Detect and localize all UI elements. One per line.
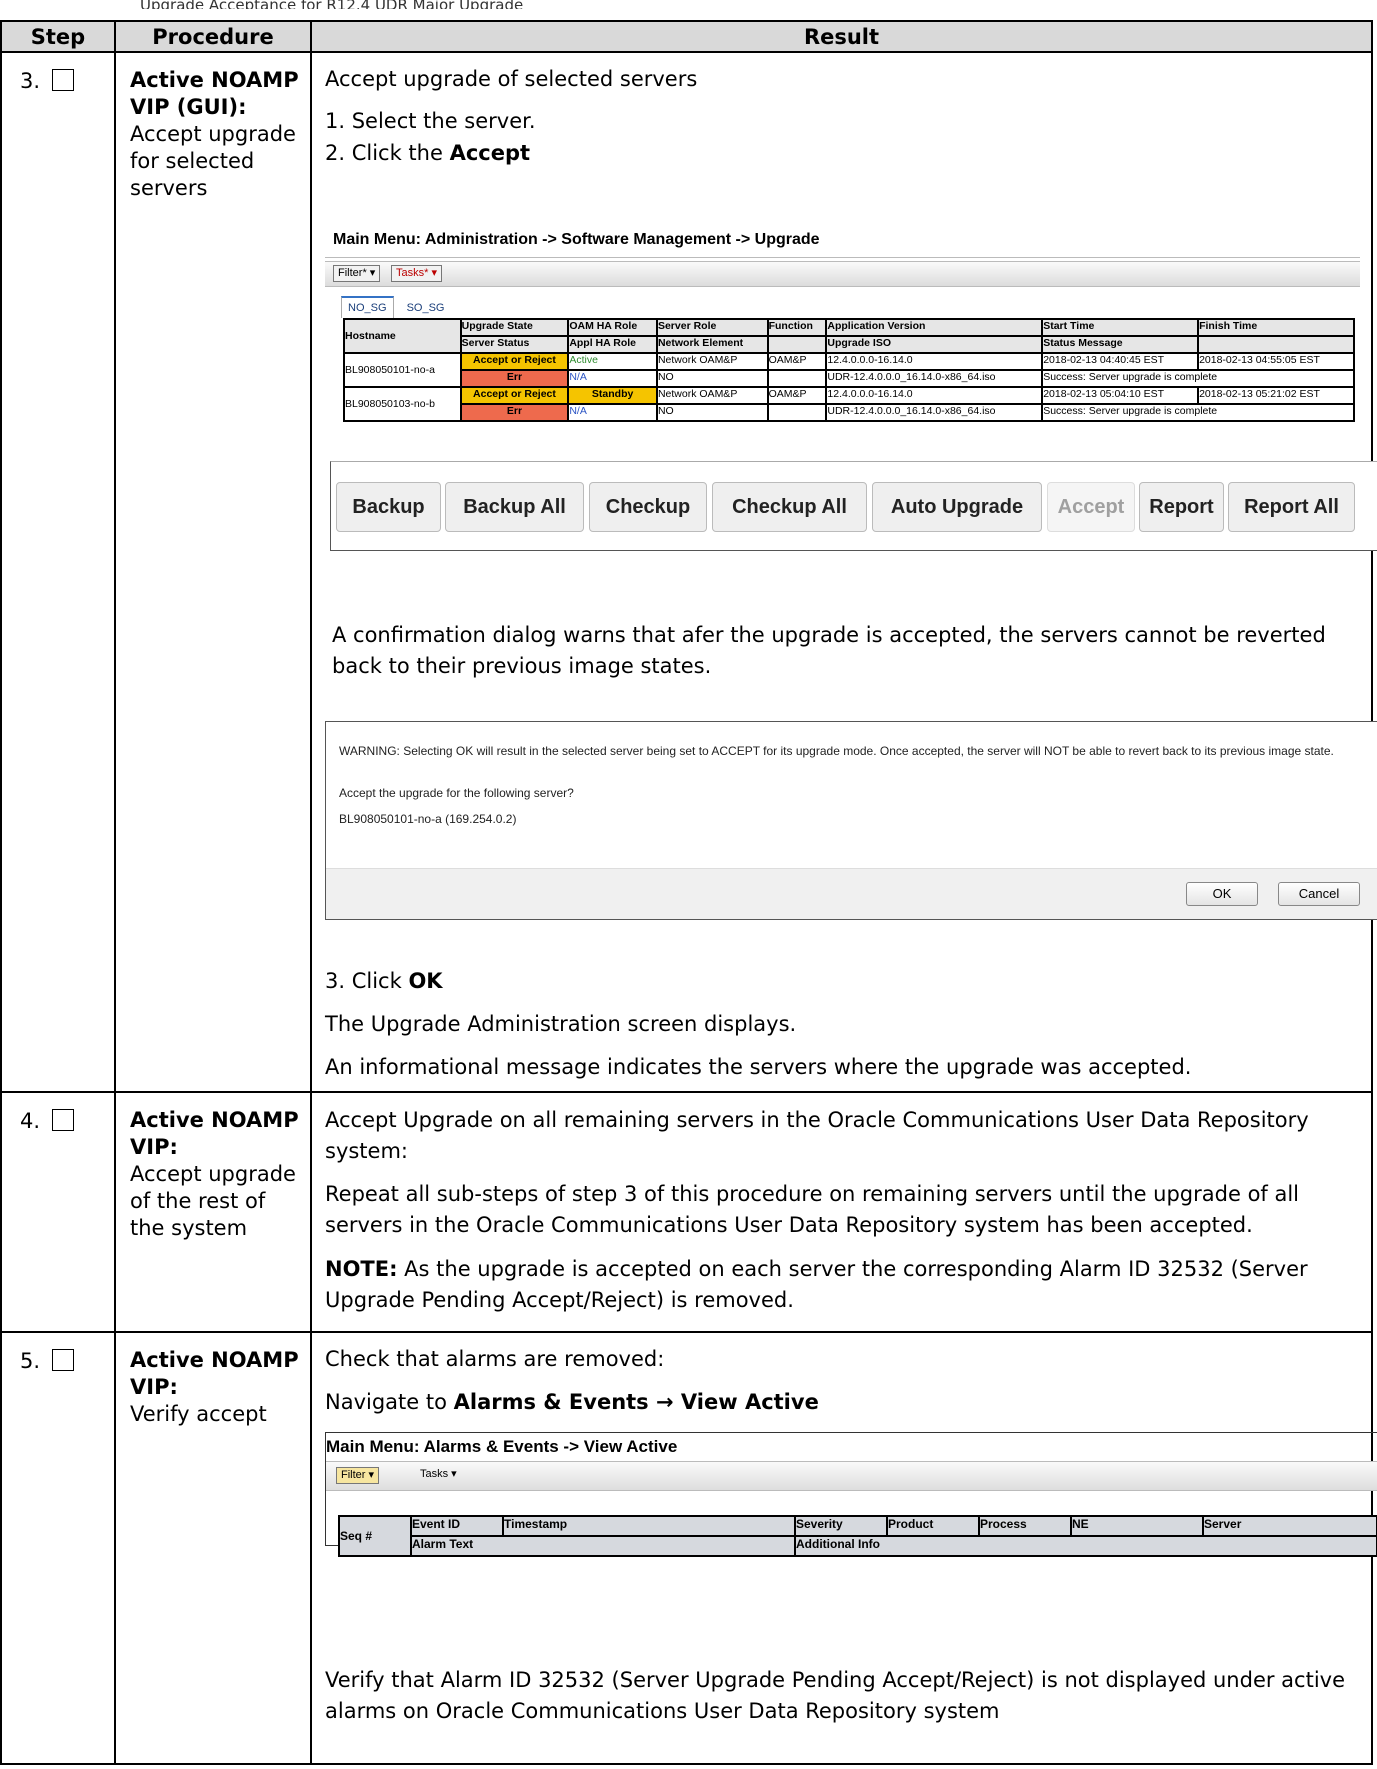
step-3-row: 3. Active NOAMP VIP (GUI): Accept upgrad… (0, 51, 1377, 1093)
header-row: Step Procedure Result (0, 20, 1373, 53)
filter-bar: Filter ▾ Tasks ▾ (326, 1461, 1377, 1491)
step-4-row: 4. Active NOAMP VIP: Accept upgrade of t… (0, 1091, 1373, 1333)
dialog-footer: OK Cancel (326, 868, 1377, 919)
filter-bar: Filter* ▾ Tasks* ▾ (325, 261, 1360, 287)
report-all-button[interactable]: Report All (1228, 482, 1355, 532)
status-badge: Accept or Reject (459, 386, 570, 405)
table-header-row: Server Status Appl HA Role Network Eleme… (344, 335, 1355, 354)
step-3-title: Active NOAMP VIP (GUI): (130, 68, 299, 119)
report-button[interactable]: Report (1139, 482, 1224, 532)
dialog-warning: WARNING: Selecting OK will result in the… (339, 744, 1334, 758)
step-3-after2: An informational message indicates the s… (325, 1055, 1192, 1079)
table-header-row: Hostname Upgrade State OAM HA Role Serve… (343, 318, 1355, 354)
tasks-button[interactable]: Tasks* ▾ (391, 265, 442, 282)
table-row[interactable]: Err N/A NO UDR-12.4.0.0.0_16.14.0-x86_64… (344, 403, 1355, 422)
step-3-procedure: Active NOAMP VIP (GUI): Accept upgrade f… (114, 51, 312, 1093)
filter-button[interactable]: Filter* ▾ (333, 265, 381, 282)
menu-title: Main Menu: Administration -> Software Ma… (333, 231, 820, 248)
step-4-note: NOTE: As the upgrade is accepted on each… (325, 1257, 1308, 1312)
server-group-tabs: NO_SG SO_SG (341, 296, 454, 318)
step-4-title: Active NOAMP VIP: (130, 1108, 299, 1159)
step-3-number: 3. (0, 51, 116, 1093)
auto-upgrade-button[interactable]: Auto Upgrade (872, 482, 1042, 532)
header-procedure: Procedure (114, 20, 312, 53)
dialog-server: BL908050101-no-a (169.254.0.2) (339, 812, 517, 826)
step-3-sub3: 3. Click OK (325, 969, 443, 993)
step-5-p1: Check that alarms are removed: (325, 1347, 665, 1371)
filter-button[interactable]: Filter ▾ (336, 1467, 380, 1484)
tasks-button[interactable]: Tasks ▾ (416, 1467, 461, 1482)
dialog-question: Accept the upgrade for the following ser… (339, 786, 574, 800)
step-3-result: Accept upgrade of selected servers 1. Se… (310, 51, 1377, 1093)
tab-so-sg[interactable]: SO_SG (401, 298, 451, 318)
status-badge: Accept or Reject (459, 352, 570, 371)
checkbox[interactable] (52, 1349, 75, 1371)
checkup-button[interactable]: Checkup (589, 482, 707, 532)
step-5-procedure: Active NOAMP VIP: Verify accept (114, 1331, 312, 1765)
step-3-desc: Accept upgrade for selected servers (130, 122, 296, 200)
table-header-row: Alarm Text Additional Info (339, 1535, 1377, 1557)
step-5-nav: Navigate to Alarms & Events → View Activ… (325, 1390, 819, 1414)
checkup-all-button[interactable]: Checkup All (712, 482, 867, 532)
confirm-dialog: WARNING: Selecting OK will result in the… (325, 721, 1377, 920)
step-5-row: 5. Active NOAMP VIP: Verify accept Check… (0, 1331, 1377, 1765)
step-3-intro: Accept upgrade of selected servers (325, 67, 698, 91)
step-4-p2: Repeat all sub-steps of step 3 of this p… (325, 1182, 1300, 1237)
table-header-row: Seq # Event ID Timestamp Severity Produc… (338, 1515, 1377, 1557)
step-3-after1: The Upgrade Administration screen displa… (325, 1012, 797, 1036)
status-badge: Err (459, 403, 570, 422)
table-row[interactable]: BL908050101-no-a Accept or Reject Active… (343, 352, 1355, 388)
step-4-result: Accept Upgrade on all remaining servers … (310, 1091, 1373, 1333)
alarms-table: Seq # Event ID Timestamp Severity Produc… (338, 1515, 1377, 1557)
backup-button[interactable]: Backup (336, 482, 441, 532)
upgrade-table: Hostname Upgrade State OAM HA Role Serve… (343, 318, 1355, 422)
procedure-table: Step Procedure Result 3. Active NOAMP VI… (0, 20, 1377, 1765)
step-5-p2: Verify that Alarm ID 32532 (Server Upgra… (325, 1668, 1346, 1723)
menu-title: Main Menu: Alarms & Events -> View Activ… (326, 1437, 678, 1456)
table-row[interactable]: Err N/A NO UDR-12.4.0.0.0_16.14.0-x86_64… (344, 369, 1355, 388)
top-cut-text: Upgrade Acceptance for R12.4 UDR Major U… (140, 0, 524, 9)
step-5-title: Active NOAMP VIP: (130, 1348, 299, 1399)
backup-all-button[interactable]: Backup All (445, 482, 584, 532)
table-row[interactable]: BL908050103-no-b Accept or Reject Standb… (343, 386, 1355, 422)
step-5-number: 5. (0, 1331, 116, 1765)
tab-no-sg[interactable]: NO_SG (341, 296, 394, 318)
step-3-sub2: 2. Click the Accept (325, 141, 531, 165)
step-4-desc: Accept upgrade of the rest of the system (130, 1162, 296, 1240)
step-3-sub1: 1. Select the server. (325, 109, 536, 133)
confirm-text: A confirmation dialog warns that afer th… (332, 623, 1326, 678)
step-4-number: 4. (0, 1091, 116, 1333)
header-result: Result (310, 20, 1373, 53)
step-4-p1: Accept Upgrade on all remaining servers … (325, 1108, 1309, 1163)
ok-button[interactable]: OK (1186, 882, 1258, 906)
step-4-procedure: Active NOAMP VIP: Accept upgrade of the … (114, 1091, 312, 1333)
step-5-desc: Verify accept (130, 1402, 267, 1426)
header-step: Step (0, 20, 116, 53)
status-badge: Err (459, 369, 570, 388)
checkbox[interactable] (52, 1109, 75, 1131)
checkbox[interactable] (52, 69, 75, 91)
alarms-screenshot: Main Menu: Alarms & Events -> View Activ… (325, 1432, 1377, 1557)
cancel-button[interactable]: Cancel (1278, 882, 1360, 906)
upgrade-screenshot: Main Menu: Administration -> Software Ma… (325, 223, 1360, 433)
accept-button[interactable]: Accept (1047, 482, 1135, 532)
step-5-result: Check that alarms are removed: Navigate … (310, 1331, 1377, 1765)
upgrade-button-bar: Backup Backup All Checkup Checkup All Au… (330, 461, 1377, 551)
